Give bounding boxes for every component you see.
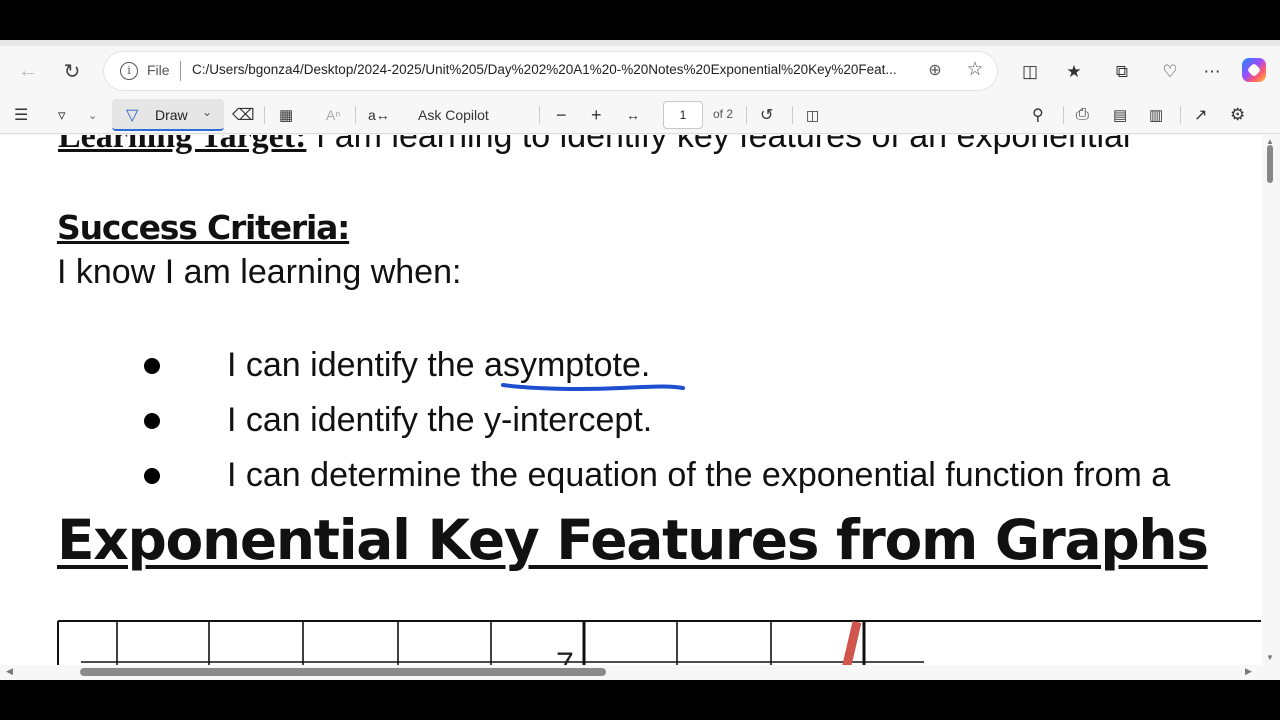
zoom-out-icon[interactable]: − [556,102,567,128]
ask-copilot-button[interactable]: Ask Copilot [418,102,489,128]
ink-annotation-underline [501,383,685,391]
more-menu-icon[interactable]: ⋯ [1199,59,1225,85]
criteria-item: I can determine the equation of the expo… [227,456,1171,494]
vertical-scrollbar[interactable]: ▲ ▼ [1262,135,1280,665]
horizontal-scrollbar[interactable]: ◀ ▶ [0,665,1262,680]
favorites-icon[interactable]: ★ [1061,59,1087,85]
toolbar-divider [264,106,265,124]
pdf-page: Learning Target: I am learning to identi… [0,135,1262,665]
pen-icon: ▽ [126,107,139,124]
bullet-icon [144,358,160,374]
toolbar-divider [792,106,793,124]
rotate-icon[interactable]: ↺ [760,102,773,128]
vertical-scroll-thumb[interactable] [1267,145,1273,183]
scroll-left-icon[interactable]: ◀ [6,666,13,677]
search-icon[interactable]: ⚲ [1032,102,1044,128]
url-divider [180,61,181,81]
chevron-down-icon: ⌄ [202,105,213,119]
horizontal-scroll-thumb[interactable] [80,668,606,676]
draw-button-label: Draw [155,107,188,123]
y-axis-tick-label: 7 [556,646,574,665]
refresh-icon[interactable]: ↻ [56,55,88,87]
url-scheme-label: File [147,62,170,78]
scroll-right-icon[interactable]: ▶ [1245,666,1252,677]
pdf-toolbar: ☰ ▿ ⌄ ▽ Draw ⌄ ⌫ ▦ Aⁿ a↔ Ask Copilot − +… [0,96,1280,134]
add-text-icon[interactable]: ▦ [279,102,293,128]
toolbar-divider [355,106,356,124]
collections-icon[interactable]: ⧉ [1109,59,1135,85]
text-format-icon: Aⁿ [326,107,341,123]
section-title: Exponential Key Features from Graphs [57,508,1209,572]
save-icon[interactable]: ▤ [1113,102,1127,128]
highlight-icon[interactable]: ▿ [58,102,66,128]
page-total: of 2 [713,107,734,121]
fit-width-icon[interactable]: ↔ [626,102,640,128]
toolbar-divider [746,106,747,124]
split-screen-icon[interactable]: ◫ [1017,59,1043,85]
toolbar-divider [539,106,540,124]
bullet-icon [144,468,160,484]
bullet-icon [144,413,160,429]
criteria-item: I can identify the y-intercept. [227,401,653,439]
print-icon[interactable]: ⎙ [1076,102,1089,128]
address-bar-row: ← ↻ i File C:/Users/bgonza4/Desktop/2024… [0,48,1280,94]
toolbar-divider [1180,106,1181,124]
back-icon[interactable]: ← [12,55,44,87]
save-as-icon[interactable]: ▥ [1149,102,1163,128]
learning-target-line: Learning Target: I am learning to identi… [58,135,1130,156]
scroll-down-icon[interactable]: ▼ [1266,653,1274,662]
read-aloud-icon[interactable]: a↔ [368,102,390,128]
learning-target-label: Learning Target: [58,135,307,155]
page-view-icon[interactable]: ◫ [806,102,819,128]
graph-gridlines [81,621,924,665]
toolbar-divider [1063,106,1064,124]
success-criteria-intro: I know I am learning when: [57,253,462,291]
success-criteria-heading: Success Criteria: [57,208,350,247]
tab-strip [0,40,1280,46]
eraser-icon[interactable]: ⌫ [232,102,255,128]
zoom-icon[interactable]: ⊕ [924,60,946,82]
exponential-graph: 7 [57,620,1261,665]
table-of-contents-icon[interactable]: ☰ [14,102,28,128]
copilot-icon[interactable] [1242,58,1266,82]
browser-essentials-icon[interactable]: ♡ [1157,59,1183,85]
exponential-curve [842,620,862,665]
favorite-star-icon[interactable]: ☆ [964,58,986,80]
draw-button[interactable]: ▽ Draw ⌄ [112,99,224,131]
learning-target-text: I am learning to identify key features o… [306,135,1131,155]
url-text[interactable]: C:/Users/bgonza4/Desktop/2024-2025/Unit%… [192,62,912,77]
settings-gear-icon[interactable]: ⚙ [1230,102,1245,128]
zoom-in-icon[interactable]: + [591,102,602,128]
chevron-down-icon[interactable]: ⌄ [88,102,97,128]
info-icon[interactable]: i [120,62,138,80]
browser-window: ← ↻ i File C:/Users/bgonza4/Desktop/2024… [0,40,1280,680]
address-bar[interactable]: i File C:/Users/bgonza4/Desktop/2024-202… [104,52,997,90]
page-number-input[interactable]: 1 [663,101,703,129]
fullscreen-icon[interactable]: ↗ [1194,102,1207,128]
graph-axes [582,621,866,665]
